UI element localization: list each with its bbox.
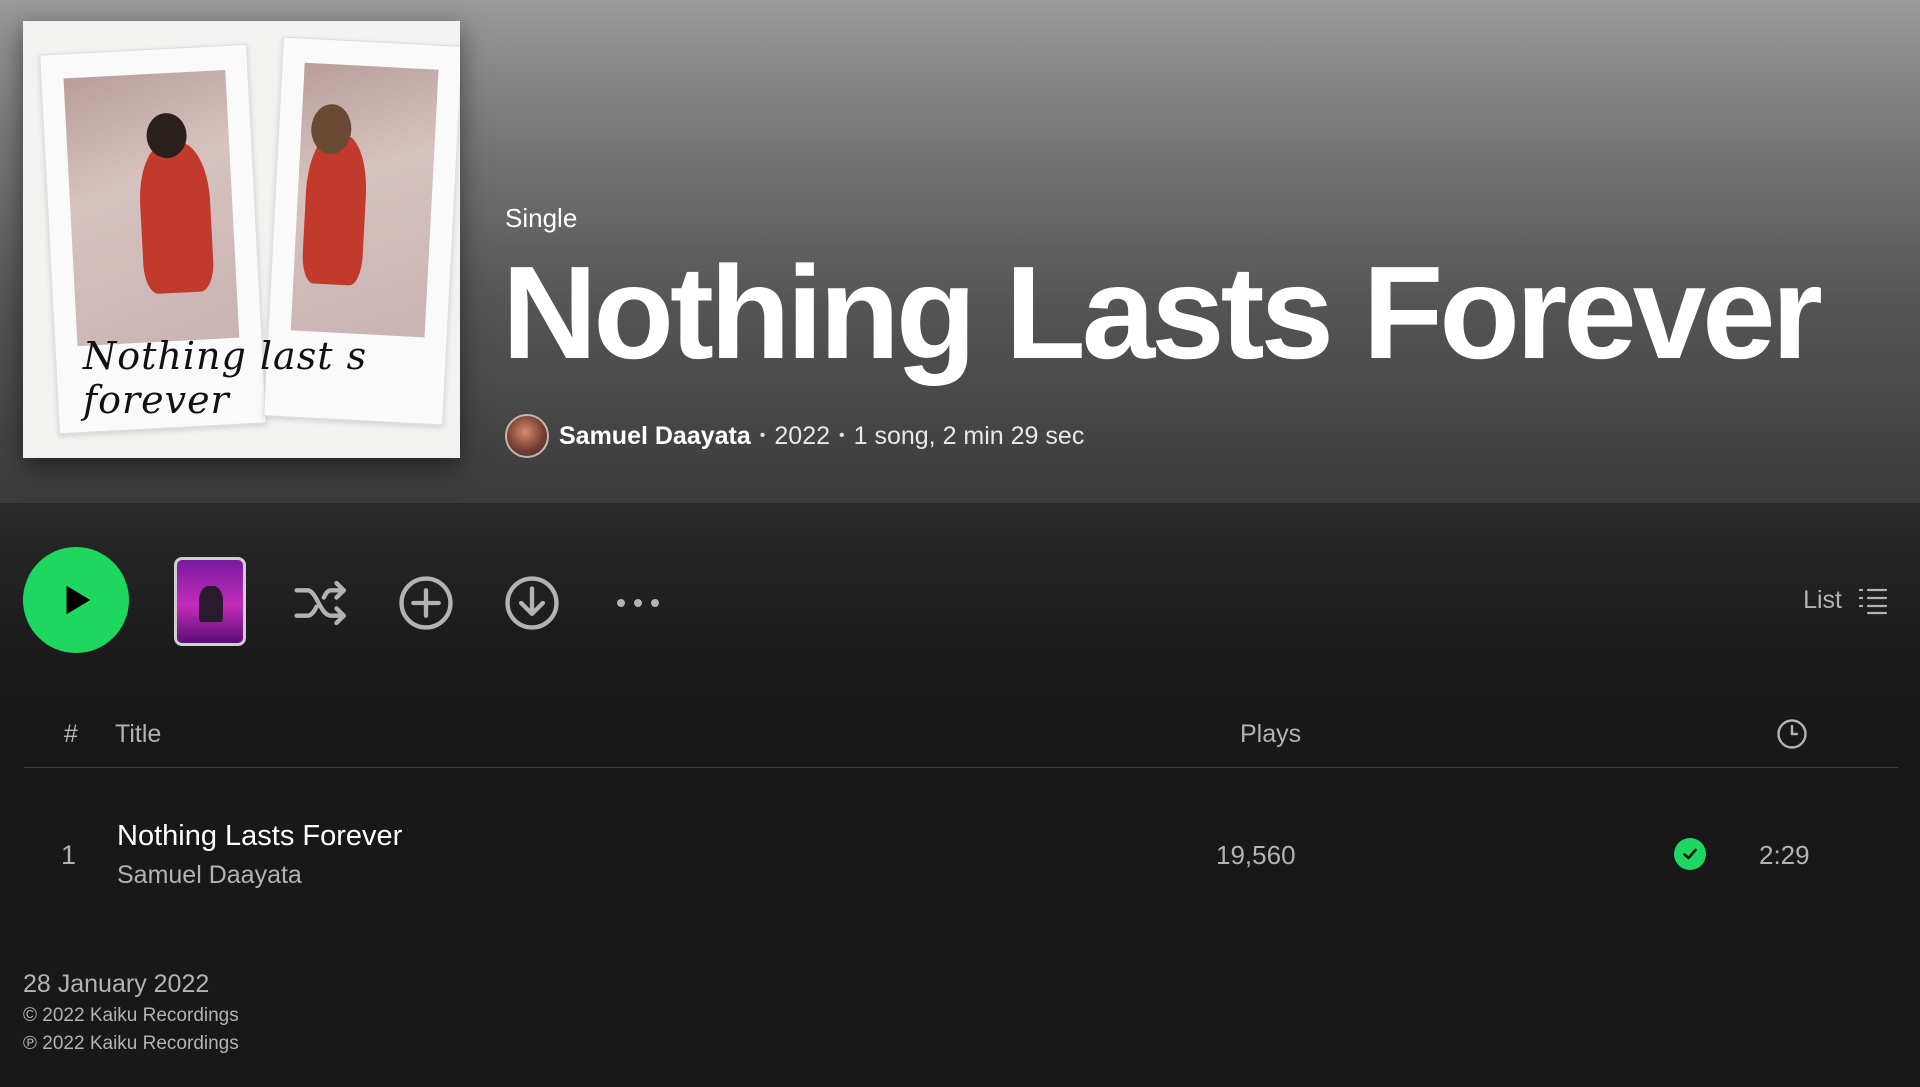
release-footer: 28 January 2022 © 2022 Kaiku Recordings … [23, 970, 239, 1061]
shuffle-button[interactable] [293, 574, 351, 632]
view-toggle[interactable]: List [1803, 586, 1888, 615]
play-button[interactable] [23, 547, 129, 653]
add-to-library-button[interactable] [397, 574, 455, 632]
track-number: 1 [61, 840, 77, 870]
more-icon [617, 599, 659, 607]
release-date: 28 January 2022 [23, 970, 210, 998]
track-artist[interactable]: Samuel Daayata [117, 861, 302, 890]
clock-icon [1777, 719, 1807, 749]
column-title: Title [115, 720, 162, 748]
meta-separator: • [759, 427, 766, 444]
meta-separator: • [839, 427, 845, 444]
album-title: Nothing Lasts Forever [502, 239, 1823, 386]
view-label: List [1803, 586, 1842, 614]
saved-check-button[interactable] [1674, 838, 1706, 870]
cover-handwriting: Nothing last s forever [83, 334, 368, 422]
action-bar [0, 503, 1920, 703]
album-header: Nothing last s forever Single Nothing La… [0, 0, 1920, 503]
play-icon [66, 585, 91, 615]
download-icon [505, 576, 559, 630]
release-type-label: Single [505, 203, 578, 233]
check-icon [1683, 848, 1697, 860]
canvas-preview-thumbnail[interactable] [174, 557, 246, 646]
more-options-button[interactable] [609, 574, 667, 632]
album-summary: 1 song, 2 min 29 sec [853, 421, 1085, 450]
copyright-text: © 2022 Kaiku Recordings [23, 1005, 239, 1026]
album-page: Nothing last s forever Single Nothing La… [0, 0, 1920, 1087]
column-number: # [64, 720, 78, 748]
track-plays: 19,560 [1216, 840, 1296, 870]
download-button[interactable] [503, 574, 561, 632]
column-duration [1776, 718, 1808, 757]
add-circle-icon [399, 576, 453, 630]
track-duration: 2:29 [1759, 840, 1810, 870]
album-meta: Samuel Daayata • 2022 • 1 song, 2 min 29… [505, 414, 1084, 458]
list-icon [1858, 588, 1888, 614]
column-plays: Plays [1240, 720, 1302, 748]
release-year: 2022 [774, 421, 831, 450]
artist-avatar[interactable] [505, 414, 549, 458]
album-cover: Nothing last s forever [23, 21, 460, 458]
phonogram-text: ℗ 2022 Kaiku Recordings [23, 1033, 239, 1054]
shuffle-icon [294, 580, 346, 626]
track-title[interactable]: Nothing Lasts Forever [117, 820, 402, 853]
track-row[interactable]: 1 Nothing Lasts Forever Samuel Daayata 1… [24, 808, 1898, 904]
tracklist-header: # Title Plays [24, 700, 1898, 768]
artist-link[interactable]: Samuel Daayata [559, 422, 751, 451]
